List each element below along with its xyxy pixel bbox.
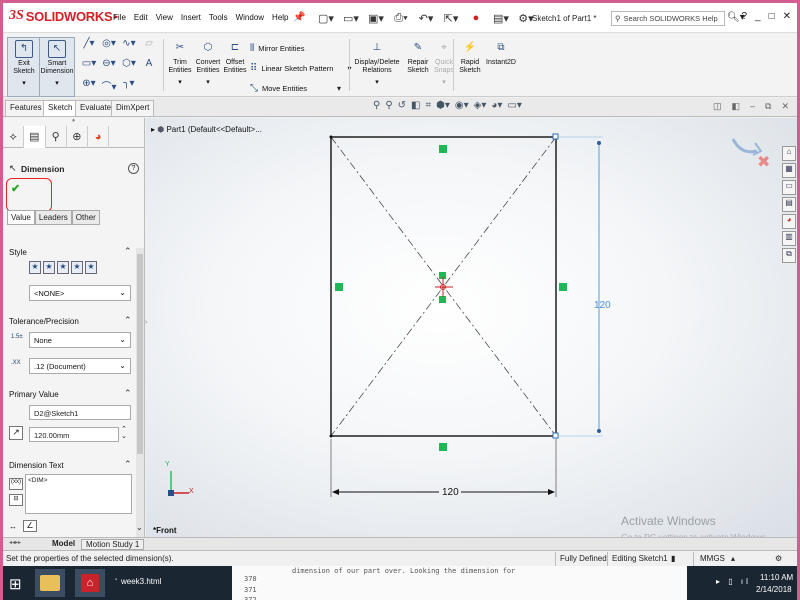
tray-time[interactable]: 11:10 AM	[760, 573, 793, 582]
tab-scroll-arrows-icon[interactable]: ◂◂▸▸	[5, 539, 25, 546]
tab-model[interactable]: Model	[48, 539, 79, 548]
triad-y-label: Y	[165, 461, 170, 468]
dimension-handle	[597, 141, 601, 145]
triad-origin	[168, 490, 174, 496]
dimension-arrow	[332, 489, 339, 495]
activate-windows-title: Activate Windows	[621, 514, 716, 528]
height-dimension-value[interactable]: 120	[594, 300, 611, 311]
task-pane-tabs: ⌂ ▦ ▭ ▤ ◕ ▥ ⧉	[782, 146, 797, 265]
vertical-relation-icon	[559, 283, 567, 291]
status-fully-defined: Fully Defined	[560, 554, 607, 563]
file-explorer-icon[interactable]: ▭	[782, 180, 796, 195]
editor-line-372: 372	[244, 596, 257, 600]
solidworks-window: 3S SOLIDWORKS ▸ File Edit View Insert To…	[3, 3, 797, 566]
dimension-arrow	[548, 489, 555, 495]
status-message: Set the properties of the selected dimen…	[6, 554, 174, 563]
exit-sketch-corner-icon	[731, 138, 758, 154]
units-chevron-icon[interactable]: ▴	[731, 554, 735, 563]
appearances-icon[interactable]: ◕	[782, 214, 796, 229]
tray-icons[interactable]: ▸ ▯ ıl	[716, 577, 751, 586]
view-palette-icon[interactable]: ▤	[782, 197, 796, 212]
home-icon[interactable]: ⌂	[782, 146, 796, 161]
dimension-handle	[597, 429, 601, 433]
custom-properties-icon[interactable]: ▥	[782, 231, 796, 246]
design-library-icon[interactable]: ▦	[782, 163, 796, 178]
bottom-tabs: ◂◂▸▸ Model Motion Study 1	[3, 537, 797, 550]
forum-icon[interactable]: ⧉	[782, 248, 796, 263]
sketch-drawing	[168, 133, 603, 497]
corner-point	[552, 133, 559, 140]
width-dimension-value[interactable]: 120	[442, 487, 459, 498]
editor-line-370: 370	[244, 575, 257, 583]
horizontal-relation-icon	[439, 443, 447, 451]
rebuild-icon[interactable]: ▮	[671, 554, 675, 563]
triad-x-label: X	[189, 488, 194, 495]
tab-motion-study[interactable]: Motion Study 1	[81, 539, 145, 550]
horizontal-relation-icon	[439, 145, 447, 153]
confirmation-corner[interactable]: ✖	[731, 133, 771, 171]
cancel-sketch-corner-icon: ✖	[757, 152, 770, 169]
vertical-relation-icon	[335, 283, 343, 291]
midpoint-relation-icon	[439, 296, 446, 303]
customize-status-icon[interactable]: ⚙	[775, 554, 782, 563]
view-label: *Front	[153, 526, 177, 535]
corner-point	[329, 135, 333, 139]
file-explorer-taskbar-icon[interactable]	[35, 569, 65, 597]
tray-date[interactable]: 2/14/2018	[756, 585, 792, 594]
start-windows-icon[interactable]: ⊞	[9, 575, 22, 593]
editor-line-371: 371	[244, 586, 257, 594]
taskbar-bullet-icon: ▪	[115, 577, 118, 583]
acrobat-taskbar-icon[interactable]: ⌂	[75, 569, 105, 597]
taskbar-file-label[interactable]: week3.html	[121, 577, 161, 586]
status-editing: Editing Sketch1	[612, 554, 668, 563]
code-editor-strip: dimension of our part over. Looking the …	[232, 566, 687, 600]
corner-point	[329, 434, 333, 438]
editor-snippet: dimension of our part over. Looking the …	[292, 567, 516, 575]
system-tray: ▸ ▯ ıl 11:10 AM 2/14/2018	[712, 566, 797, 600]
units-selector[interactable]: MMGS	[700, 554, 725, 563]
status-bar: Set the properties of the selected dimen…	[3, 550, 797, 566]
corner-point	[552, 432, 559, 439]
